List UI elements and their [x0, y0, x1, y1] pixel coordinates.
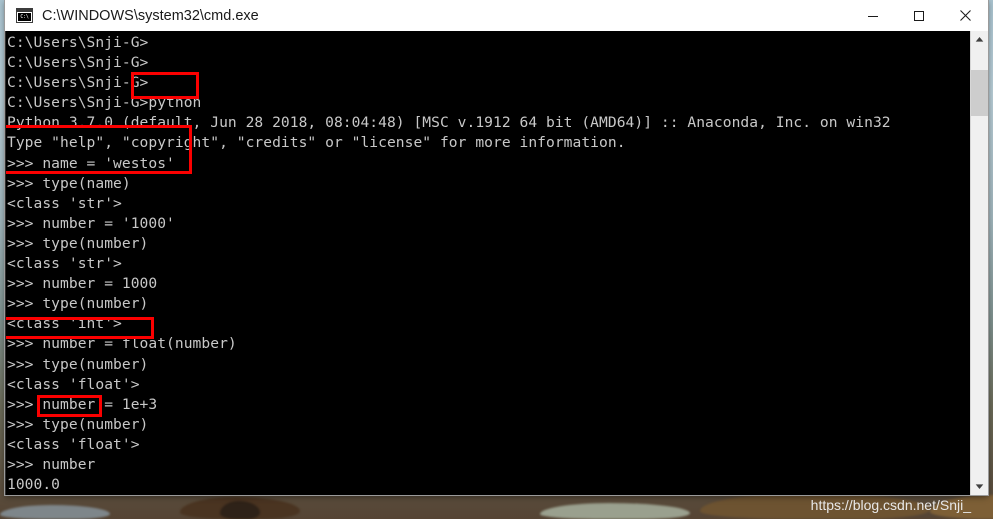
window-controls [850, 0, 988, 31]
vertical-scrollbar[interactable] [970, 31, 988, 495]
console-output[interactable]: C:\Users\Snji-G> C:\Users\Snji-G> C:\Users… [6, 31, 970, 495]
console-line: >>> number = 1e+3 [7, 395, 158, 413]
wallpaper-shape [540, 503, 690, 519]
console-line: >>> number = '1000' [7, 214, 175, 232]
console-line: Type "help", "copyright", "credits" or "… [7, 134, 626, 152]
window-title: C:\WINDOWS\system32\cmd.exe [42, 7, 259, 24]
console-line: >>> type(number) [7, 234, 149, 252]
console-line: <class 'int'> [7, 315, 122, 333]
icon-titlebar-stripe [17, 9, 32, 12]
console-line: >>> type(number) [7, 415, 149, 433]
console-line: >>> name = 'westos' [7, 154, 175, 172]
scrollbar-track[interactable] [971, 48, 988, 478]
console-line: <class 'str'> [7, 194, 122, 212]
console-line: C:\Users\Snji-G> [7, 54, 149, 72]
maximize-button[interactable] [896, 0, 942, 31]
window-titlebar[interactable]: C:\ C:\WINDOWS\system32\cmd.exe [5, 0, 988, 31]
console-area[interactable]: C:\Users\Snji-G> C:\Users\Snji-G> C:\Users… [5, 31, 988, 495]
wallpaper-shape [220, 501, 260, 519]
blog-watermark: https://blog.csdn.net/Snji_ [810, 497, 971, 513]
console-line: >>> number = 1000 [7, 275, 158, 293]
icon-prompt-text: C:\ [18, 13, 31, 21]
console-line: >>> type(name) [7, 174, 131, 192]
console-line: <class 'str'> [7, 255, 122, 273]
console-line: 1000.0 [7, 476, 61, 494]
console-line: >>> number [7, 455, 96, 473]
cmd-console-icon: C:\ [16, 8, 33, 23]
console-line: >>> number = float(number) [7, 335, 237, 353]
console-line: C:\Users\Snji-G>python [7, 94, 202, 112]
command-prompt-window: C:\ C:\WINDOWS\system32\cmd.exe C:\Users… [5, 0, 988, 495]
console-line: <class 'float'> [7, 435, 140, 453]
console-line: <class 'float'> [7, 375, 140, 393]
console-line: >>> type(number) [7, 355, 149, 373]
console-line: Python 3.7.0 (default, Jun 28 2018, 08:0… [7, 114, 891, 132]
console-line: C:\Users\Snji-G> [7, 34, 149, 51]
console-line: C:\Users\Snji-G> [7, 74, 149, 92]
minimize-button[interactable] [850, 0, 896, 31]
scroll-up-arrow[interactable] [971, 31, 988, 48]
scrollbar-thumb[interactable] [971, 70, 988, 116]
scroll-down-arrow[interactable] [971, 478, 988, 495]
close-button[interactable] [942, 0, 988, 31]
console-line: >>> type(number) [7, 295, 149, 313]
wallpaper-shape [0, 505, 110, 519]
